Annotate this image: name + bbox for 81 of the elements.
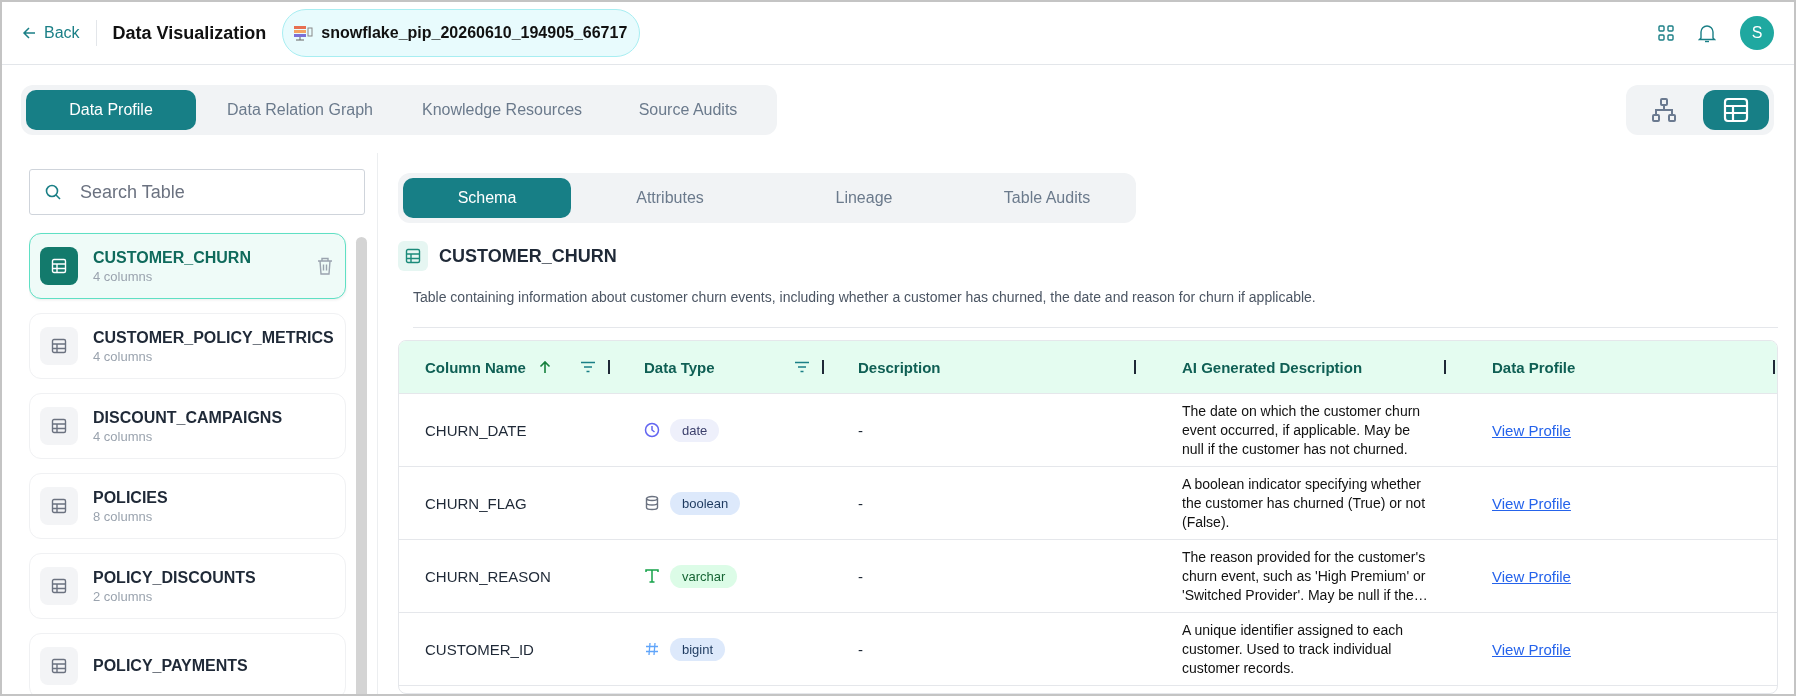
table-name: DISCOUNT_CAMPAIGNS bbox=[93, 408, 284, 427]
table-cell: CHURN_REASON bbox=[425, 567, 551, 585]
table-cell-text: The date on which the customer churn event occurred, if applicable. May be null if the customer has not churned. bbox=[1182, 401, 1422, 459]
column-header[interactable]: Description bbox=[858, 358, 941, 376]
column-header[interactable]: Data Type bbox=[644, 358, 715, 376]
view-profile-link[interactable]: View Profile bbox=[1492, 567, 1571, 585]
data-type-tag: boolean bbox=[670, 491, 741, 515]
trash-icon[interactable] bbox=[317, 257, 333, 275]
schema-tab[interactable]: Attributes bbox=[575, 178, 765, 218]
table-list-item[interactable]: CUSTOMER_CHURN 4 columns bbox=[29, 233, 346, 299]
page-title: Data Visualization bbox=[112, 22, 267, 44]
column-header[interactable]: Data Profile bbox=[1492, 358, 1576, 376]
view-profile-link[interactable]: View Profile bbox=[1492, 640, 1571, 658]
apps-grid-icon[interactable] bbox=[1658, 25, 1674, 41]
table-cell-text: A boolean indicator specifying whether the customer has churned (True) or not (False). bbox=[1182, 474, 1427, 532]
clock-icon bbox=[644, 422, 660, 438]
table-icon bbox=[398, 241, 428, 271]
table-name: POLICY_DISCOUNTS bbox=[93, 568, 257, 587]
table-description: Table containing information about customer churn events, including whether a customer has churned, the date and reason for churn if applicable. bbox=[413, 289, 1778, 328]
table-cell: CUSTOMER_ID bbox=[425, 640, 534, 658]
hierarchy-icon bbox=[1651, 97, 1677, 123]
table-name: POLICIES bbox=[93, 488, 169, 507]
hash-icon bbox=[644, 641, 660, 657]
table-name: CUSTOMER_POLICY_METRICS bbox=[93, 328, 334, 347]
column-count: 4 columns bbox=[93, 428, 154, 444]
search-icon bbox=[45, 184, 61, 200]
column-count: 4 columns bbox=[93, 268, 154, 284]
table-list-item[interactable]: DISCOUNT_CAMPAIGNS 4 columns bbox=[29, 393, 346, 459]
text-type-icon bbox=[644, 568, 660, 584]
arrow-left-icon bbox=[22, 26, 36, 40]
data-type-tag: date bbox=[670, 418, 720, 442]
database-icon bbox=[644, 495, 660, 511]
data-type-tag: varchar bbox=[670, 564, 738, 588]
table-cell: CHURN_FLAG bbox=[425, 494, 527, 512]
column-header[interactable]: AI Generated Description bbox=[1182, 358, 1363, 376]
schema-tab[interactable]: Schema bbox=[403, 178, 571, 218]
table-cell: - bbox=[858, 421, 863, 439]
table-icon bbox=[1723, 97, 1749, 123]
table-icon bbox=[40, 567, 78, 605]
sort-up-icon[interactable] bbox=[537, 360, 552, 374]
column-count: 8 columns bbox=[93, 508, 154, 524]
table-icon bbox=[40, 247, 78, 285]
table-cell: CHURN_DATE bbox=[425, 421, 527, 439]
column-count: 2 columns bbox=[93, 588, 154, 604]
table-name: POLICY_PAYMENTS bbox=[93, 657, 249, 675]
schema-tab[interactable]: Table Audits bbox=[963, 178, 1131, 218]
main-tab[interactable]: Data Relation Graph bbox=[200, 90, 400, 130]
column-count: 4 columns bbox=[93, 348, 154, 364]
source-name: snowflake_pip_20260610_194905_66717 bbox=[321, 24, 628, 42]
table-title: CUSTOMER_CHURN bbox=[439, 245, 617, 267]
back-link[interactable]: Back bbox=[22, 24, 80, 42]
main-tab[interactable]: Knowledge Resources bbox=[404, 90, 600, 130]
table-cell-text: A unique identifier assigned to each customer. Used to track individual customer records. bbox=[1182, 620, 1405, 678]
main-tab[interactable]: Source Audits bbox=[604, 90, 772, 130]
table-cell: - bbox=[858, 640, 863, 658]
data-type-tag: bigint bbox=[670, 637, 726, 661]
table-view-button[interactable] bbox=[1703, 90, 1769, 130]
table-cell-text: The reason provided for the customer's churn event, such as 'High Premium' or 'Switched Provider'. May be null if the… bbox=[1182, 547, 1429, 605]
search-field[interactable]: Search Table bbox=[29, 169, 365, 215]
table-list-item[interactable]: POLICY_PAYMENTS bbox=[29, 633, 346, 694]
schema-tab[interactable]: Lineage bbox=[769, 178, 959, 218]
bell-icon[interactable] bbox=[1698, 23, 1716, 43]
table-list-item[interactable]: POLICY_DISCOUNTS 2 columns bbox=[29, 553, 346, 619]
view-profile-link[interactable]: View Profile bbox=[1492, 494, 1571, 512]
table-icon bbox=[40, 327, 78, 365]
filter-icon[interactable] bbox=[794, 361, 810, 373]
view-profile-link[interactable]: View Profile bbox=[1492, 421, 1571, 439]
table-list-item[interactable]: POLICIES 8 columns bbox=[29, 473, 346, 539]
database-icon bbox=[293, 25, 314, 41]
main-tab[interactable]: Data Profile bbox=[26, 90, 196, 130]
filter-icon[interactable] bbox=[580, 361, 596, 373]
table-icon bbox=[40, 487, 78, 525]
table-list-item[interactable]: CUSTOMER_POLICY_METRICS 4 columns bbox=[29, 313, 346, 379]
column-header[interactable]: Column Name bbox=[425, 358, 526, 376]
table-name: CUSTOMER_CHURN bbox=[93, 248, 252, 267]
table-icon bbox=[40, 647, 78, 685]
user-avatar[interactable]: S bbox=[1740, 16, 1774, 50]
table-cell: - bbox=[858, 494, 863, 512]
table-cell: - bbox=[858, 567, 863, 585]
table-icon bbox=[40, 407, 78, 445]
scrollbar[interactable] bbox=[356, 237, 367, 694]
